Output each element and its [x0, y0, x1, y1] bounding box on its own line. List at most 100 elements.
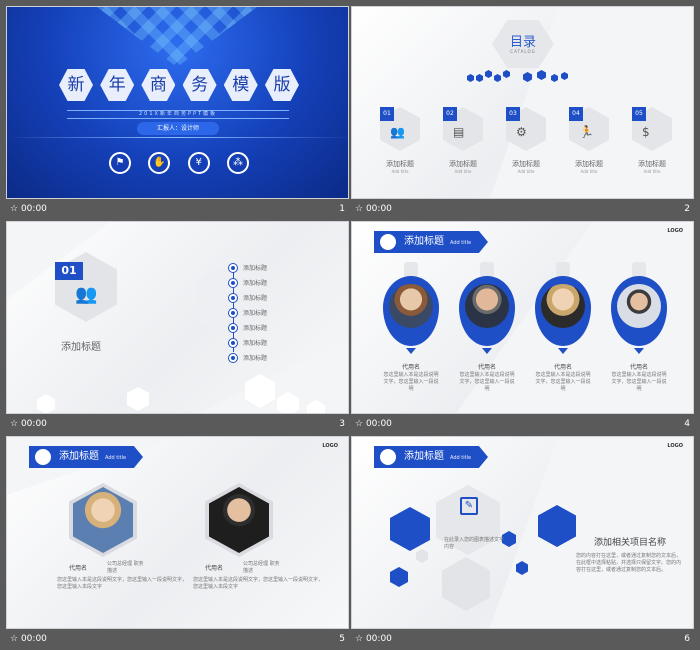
edit-icon [378, 447, 398, 467]
section-number: 01 [55, 262, 83, 280]
catalog-item[interactable]: 05 $ 添加标题 Add title [628, 107, 676, 182]
slide-thumb-6[interactable]: 添加标题 Add title LOGO ✎ 在此录入您的图表描述文字内容 添加相关… [351, 436, 694, 650]
timing-value: 00:00 [20, 634, 47, 644]
catalog-item[interactable]: 04 🏃 添加标题 Add title [565, 107, 613, 182]
slide-thumb-3[interactable]: 01 👥 添加标题 添加标题 添加标题 添加标题 添加标题 添加标题 添加标题 … [6, 221, 349, 435]
slide-thumb-1[interactable]: 新 年 商 务 模 版 201X新年商务PPT模板 汇报人：设计师 ⚑ ✋ ¥ … [6, 6, 349, 220]
gears-icon: ⚙ [516, 125, 527, 139]
presenter-icon: ▤ [453, 125, 465, 139]
team-icon: 👥 [390, 125, 405, 139]
slide-number: 4 [684, 419, 690, 429]
person-desc: 您这里输入本是这段说明文字，您这里输入一段说明文字，您这里输入本段文字 [57, 577, 188, 590]
catalog-title: 目录 [509, 35, 536, 50]
timing: ☆ 00:00 [10, 629, 47, 650]
title-char: 年 [100, 69, 135, 101]
item-number: 04 [569, 107, 583, 121]
person-desc: 您这里输入本是这段说明文字，您这里输入一段说明 [611, 372, 667, 392]
timing-value: 00:00 [20, 204, 47, 214]
person-role: 公司总经理 职务描述 [107, 561, 144, 574]
slide-number: 5 [339, 634, 345, 644]
title-char: 商 [141, 69, 176, 101]
item-label: 添加标题 [638, 160, 666, 168]
timing: ☆ 00:00 [355, 199, 392, 220]
item-number: 03 [506, 107, 520, 121]
timing: ☆ 00:00 [10, 414, 47, 435]
slide-4: 添加标题 Add title LOGO 代用名 您这里输入本是这段说明文字，您这里… [351, 221, 694, 414]
catalog-item[interactable]: 01 👥 添加标题 Add title [376, 107, 424, 182]
slide-thumb-2[interactable]: 目录 CATALOG 01 👥 添加标题 Add title 02 ▤ 添加标题… [351, 6, 694, 220]
portrait-photo [465, 284, 509, 328]
slide-1: 新 年 商 务 模 版 201X新年商务PPT模板 汇报人：设计师 ⚑ ✋ ¥ … [6, 6, 349, 199]
star-icon: ☆ [10, 634, 19, 644]
timeline-item[interactable]: 添加标题 [229, 335, 309, 350]
reporter-label: 汇报人：设计师 [137, 122, 219, 135]
divider [7, 137, 348, 138]
item-label: 添加标题 [386, 160, 414, 168]
section-title: 添加标题 [61, 342, 101, 353]
star-icon: ☆ [10, 204, 19, 214]
person-name: 代用名 [205, 565, 224, 572]
person-card[interactable]: 代用名 您这里输入本是这段说明文字，您这里输入一段说明 [608, 262, 670, 407]
icon-row: ⚑ ✋ ¥ ⁂ [109, 152, 249, 174]
slide-number: 1 [339, 204, 345, 214]
timeline-item[interactable]: 添加标题 [229, 260, 309, 275]
slide-2: 目录 CATALOG 01 👥 添加标题 Add title 02 ▤ 添加标题… [351, 6, 694, 199]
handshake-icon: ✋ [148, 152, 171, 174]
title-char: 新 [59, 69, 93, 101]
item-sub: Add title [391, 169, 409, 174]
slide-bar: ☆ 00:00 4 [351, 414, 694, 435]
catalog-item[interactable]: 02 ▤ 添加标题 Add title [439, 107, 487, 182]
project-heading: 添加相关项目名称 [594, 538, 667, 548]
slide-thumb-4[interactable]: 添加标题 Add title LOGO 代用名 您这里输入本是这段说明文字，您这里… [351, 221, 694, 435]
diamond-pattern [97, 7, 257, 67]
edit-icon [378, 232, 398, 252]
runner-icon: ⚑ [109, 152, 131, 174]
timeline-item[interactable]: 添加标题 [229, 290, 309, 305]
star-icon: ☆ [355, 204, 364, 214]
portrait-photo [617, 284, 661, 328]
dot-cluster [467, 70, 577, 82]
catalog-item[interactable]: 03 ⚙ 添加标题 Add title [502, 107, 550, 182]
timing: ☆ 00:00 [355, 414, 392, 435]
slide-5: 添加标题 Add title LOGO 代用名 公司总经理 职务描述 您这里输入本… [6, 436, 349, 629]
runner-icon: 🏃 [579, 125, 594, 139]
timeline-item[interactable]: 添加标题 [229, 350, 309, 365]
project-body: 您的内容打在这里，或者通过复制您的文本后，在此框中选择粘贴，并选择只保留文字。您… [576, 553, 682, 573]
org-chart-icon: ⁂ [226, 152, 249, 174]
item-number: 02 [443, 107, 457, 121]
logo: LOGO [667, 443, 683, 449]
person-name: 代用名 [629, 364, 648, 371]
slide-3: 01 👥 添加标题 添加标题 添加标题 添加标题 添加标题 添加标题 添加标题 … [6, 221, 349, 414]
person-name: 代用名 [69, 565, 88, 572]
slide-6: 添加标题 Add title LOGO ✎ 在此录入您的图表描述文字内容 添加相关… [351, 436, 694, 629]
person-card[interactable]: 代用名 您这里输入本是这段说明文字，您这里输入一段说明 [456, 262, 518, 407]
item-number: 01 [380, 107, 394, 121]
person-name: 代用名 [401, 364, 420, 371]
title-hexagons: 新 年 商 务 模 版 [59, 69, 299, 103]
timeline-item[interactable]: 添加标题 [229, 305, 309, 320]
timing-value: 00:00 [365, 634, 392, 644]
slide-bar: ☆ 00:00 3 [6, 414, 349, 435]
slide-bar: ☆ 00:00 5 [6, 629, 349, 650]
person-name: 代用名 [553, 364, 572, 371]
item-sub: Add title [517, 169, 535, 174]
timing-value: 00:00 [20, 419, 47, 429]
team-icon: 👥 [75, 284, 98, 305]
item-label: 添加标题 [449, 160, 477, 168]
timeline-item[interactable]: 添加标题 [229, 275, 309, 290]
timeline-item[interactable]: 添加标题 [229, 320, 309, 335]
edit-icon: ✎ [460, 497, 478, 515]
timing: ☆ 00:00 [355, 629, 392, 650]
item-label: 添加标题 [575, 160, 603, 168]
person-card[interactable]: 代用名 您这里输入本是这段说明文字，您这里输入一段说明 [380, 262, 442, 407]
item-label: 添加标题 [512, 160, 540, 168]
slide-thumb-5[interactable]: 添加标题 Add title LOGO 代用名 公司总经理 职务描述 您这里输入本… [6, 436, 349, 650]
slide-bar: ☆ 00:00 2 [351, 199, 694, 220]
blue-hexagon [538, 505, 576, 547]
person-card[interactable]: 代用名 您这里输入本是这段说明文字，您这里输入一段说明 [532, 262, 594, 407]
item-sub: Add title [643, 169, 661, 174]
center-text: 在此录入您的图表描述文字内容 [444, 537, 505, 550]
title-char: 模 [223, 69, 258, 101]
star-icon: ☆ [355, 419, 364, 429]
item-number: 05 [632, 107, 646, 121]
